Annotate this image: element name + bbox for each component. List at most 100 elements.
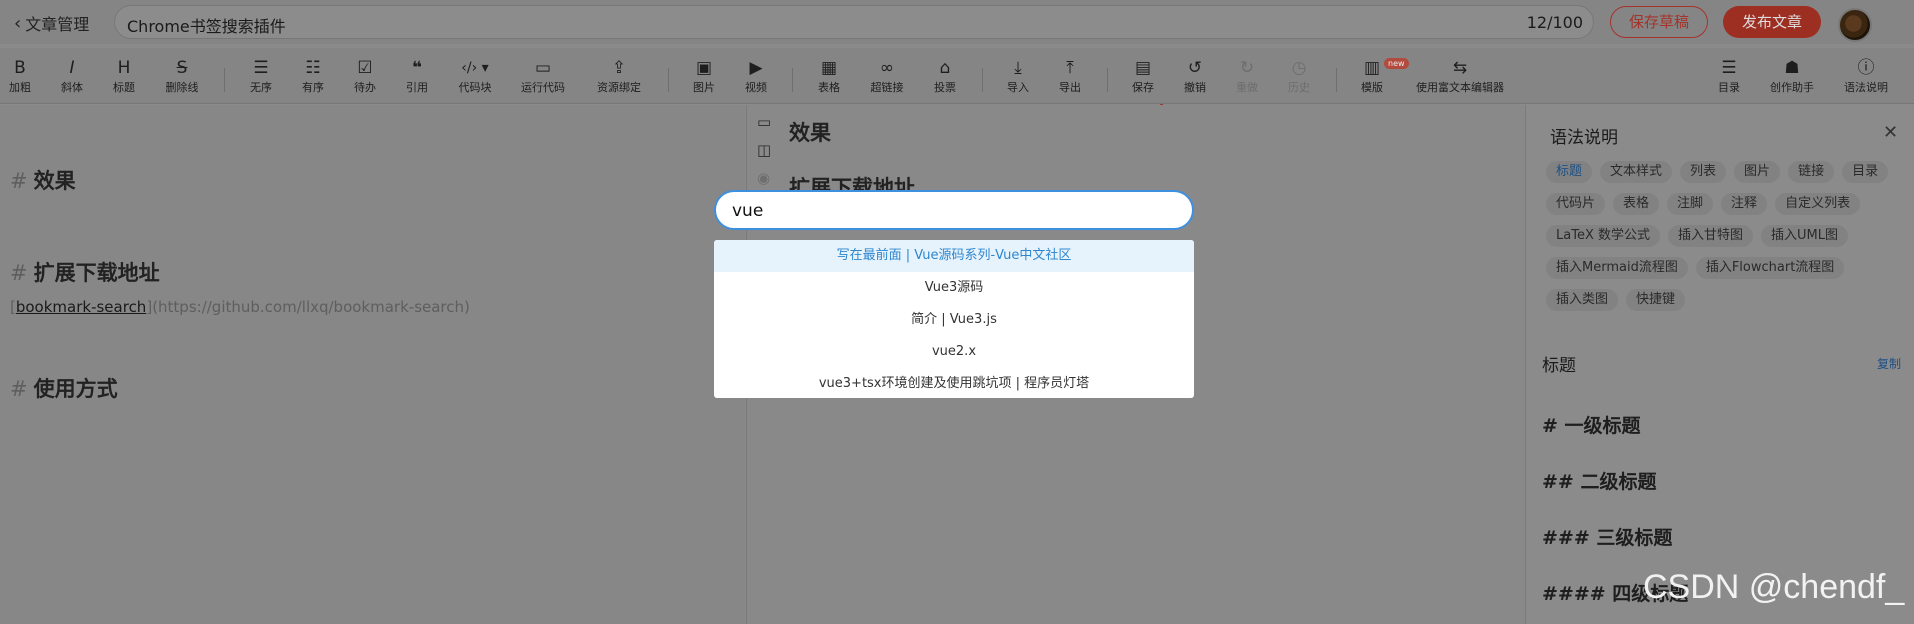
publish-button[interactable]: 发布文章 — [1723, 6, 1821, 38]
save-icon: ▤ — [1134, 58, 1152, 78]
syntax-tag[interactable]: 注释 — [1721, 193, 1768, 215]
chevron-left-icon: ‹ — [14, 12, 22, 34]
bookmark-search-box[interactable] — [714, 190, 1194, 230]
link-url: (https://github.com/llxq/bookmark-search… — [152, 298, 470, 316]
new-badge: new — [1384, 58, 1409, 69]
syntax-tag[interactable]: 插入Mermaid流程图 — [1546, 257, 1688, 279]
run-code-button[interactable]: ▭ 运行代码 — [521, 58, 565, 96]
strikethrough-button[interactable]: S 删除线 — [166, 58, 199, 96]
bold-button[interactable]: B 加粗 — [9, 58, 31, 96]
sidebar-title: 语法说明 — [1550, 128, 1618, 148]
quote-button[interactable]: ❝ 引用 — [406, 58, 428, 96]
syntax-tag[interactable]: 自定义列表 — [1775, 193, 1861, 215]
vote-button[interactable]: ⌂ 投票 — [934, 58, 956, 96]
run-code-label: 运行代码 — [521, 81, 565, 94]
syntax-help-label: 语法说明 — [1844, 81, 1888, 94]
bookmark-search-input[interactable] — [732, 200, 1172, 222]
todo-label: 待办 — [354, 81, 376, 94]
toolbar-divider — [1336, 68, 1337, 92]
layout-split-icon[interactable]: ◫ — [757, 141, 771, 159]
heading-text: 使用方式 — [33, 377, 118, 401]
title-char-count: 12/100 — [1526, 13, 1583, 32]
syntax-tag[interactable]: 图片 — [1734, 161, 1781, 183]
video-icon: ▶ — [749, 58, 763, 78]
code-block-button[interactable]: ‹/› ▾ 代码块 — [459, 58, 492, 96]
history-button[interactable]: ◷ 历史 — [1288, 58, 1310, 96]
syntax-tag[interactable]: 列表 — [1680, 161, 1727, 183]
toolbar-divider — [982, 68, 983, 92]
search-result-item[interactable]: vue3+tsx环境创建及使用跳坑项 | 程序员灯塔 — [714, 368, 1194, 398]
top-bar: ‹ 文章管理 Chrome书签搜索插件 12/100 保存草稿 发布文章 — [0, 0, 1914, 44]
article-title-input[interactable]: Chrome书签搜索插件 12/100 — [114, 5, 1594, 39]
toc-button[interactable]: ☰ 目录 — [1718, 58, 1740, 96]
save-button[interactable]: ▤ 保存 — [1132, 58, 1154, 96]
syntax-tag[interactable]: 插入UML图 — [1761, 225, 1848, 247]
vote-label: 投票 — [934, 81, 956, 94]
copy-button[interactable]: 复制 — [1877, 355, 1901, 372]
video-button[interactable]: ▶ 视频 — [745, 58, 767, 96]
italic-icon: I — [69, 58, 75, 78]
heading-button[interactable]: H 标题 — [113, 58, 135, 96]
layout-single-icon[interactable]: ▭ — [757, 113, 771, 131]
table-button[interactable]: ▦ 表格 — [818, 58, 840, 96]
italic-button[interactable]: I 斜体 — [61, 58, 83, 96]
import-label: 导入 — [1007, 81, 1029, 94]
syntax-tag[interactable]: 注脚 — [1667, 193, 1714, 215]
table-label: 表格 — [818, 81, 840, 94]
terminal-icon: ▭ — [534, 58, 552, 78]
editor-link-line: [bookmark-search](https://github.com/llx… — [10, 298, 470, 316]
ordered-list-button[interactable]: ☷ 有序 — [302, 58, 324, 96]
avatar[interactable] — [1838, 8, 1872, 42]
search-result-item[interactable]: 简介 | Vue3.js — [714, 304, 1194, 336]
save-draft-button[interactable]: 保存草稿 — [1610, 6, 1708, 38]
syntax-tag[interactable]: 插入甘特图 — [1667, 225, 1753, 247]
syntax-tag[interactable]: 表格 — [1613, 193, 1660, 215]
link-text[interactable]: bookmark-search — [16, 298, 146, 316]
undo-button[interactable]: ↺ 撤销 — [1184, 58, 1206, 96]
unordered-list-button[interactable]: ☰ 无序 — [250, 58, 272, 96]
template-button[interactable]: ▥ 模版 — [1361, 58, 1383, 96]
syntax-tag[interactable]: 文本样式 — [1600, 161, 1673, 183]
image-button[interactable]: ▣ 图片 — [693, 58, 715, 96]
toc-icon: ☰ — [1721, 58, 1737, 78]
redo-button[interactable]: ↻ 重做 — [1236, 58, 1258, 96]
import-button[interactable]: ⤓ 导入 — [1007, 58, 1029, 96]
eye-icon[interactable]: ◉ — [757, 169, 770, 187]
syntax-tag[interactable]: 目录 — [1842, 161, 1889, 183]
toolbar-divider — [668, 68, 669, 92]
markdown-editor[interactable]: # 效果 # 扩展下载地址 [bookmark-search](https://gi… — [0, 105, 745, 624]
upload-box-icon: ⇪ — [611, 58, 627, 78]
syntax-tag[interactable]: 标题 — [1546, 161, 1593, 183]
code-block-label: 代码块 — [458, 81, 492, 94]
syntax-tag[interactable]: 快捷键 — [1626, 289, 1686, 311]
assistant-button[interactable]: ☗ 创作助手 — [1770, 58, 1814, 96]
code-icon: ‹/› ▾ — [461, 60, 489, 76]
search-results-list: 写在最前面 | Vue源码系列-Vue中文社区 Vue3源码 简介 | Vue3… — [714, 240, 1194, 398]
export-button[interactable]: ⤒ 导出 — [1059, 58, 1081, 96]
rich-editor-button[interactable]: ⇆ 使用富文本编辑器 — [1416, 58, 1504, 96]
search-result-item[interactable]: 写在最前面 | Vue源码系列-Vue中文社区 — [714, 240, 1194, 272]
bold-label: 加粗 — [9, 81, 31, 94]
hyperlink-button[interactable]: ∞ 超链接 — [871, 58, 904, 96]
back-button[interactable]: ‹ 文章管理 — [14, 11, 89, 35]
heading-example: ### 三级标题 — [1542, 527, 1673, 549]
syntax-tag[interactable]: 插入Flowchart流程图 — [1695, 257, 1845, 279]
resource-bind-label: 资源绑定 — [597, 81, 641, 94]
syntax-tag[interactable]: 插入类图 — [1546, 289, 1619, 311]
quote-label: 引用 — [406, 81, 428, 94]
undo-label: 撤销 — [1184, 81, 1206, 94]
search-result-item[interactable]: Vue3源码 — [714, 272, 1194, 304]
todo-button[interactable]: ☑ 待办 — [354, 58, 376, 96]
resource-bind-button[interactable]: ⇪ 资源绑定 — [597, 58, 641, 96]
toolbar-divider — [224, 68, 225, 92]
search-result-item[interactable]: vue2.x — [714, 336, 1194, 368]
syntax-tag[interactable]: 代码片 — [1546, 193, 1606, 215]
syntax-tag[interactable]: 链接 — [1788, 161, 1835, 183]
redo-icon: ↻ — [1239, 58, 1255, 78]
assistant-label: 创作助手 — [1770, 81, 1814, 94]
syntax-help-button[interactable]: ⓘ 语法说明 — [1844, 58, 1888, 96]
syntax-tag[interactable]: LaTeX 数学公式 — [1546, 225, 1660, 247]
quote-icon: ❝ — [412, 58, 422, 78]
export-label: 导出 — [1059, 81, 1081, 94]
close-icon[interactable]: ✕ — [1883, 122, 1898, 143]
